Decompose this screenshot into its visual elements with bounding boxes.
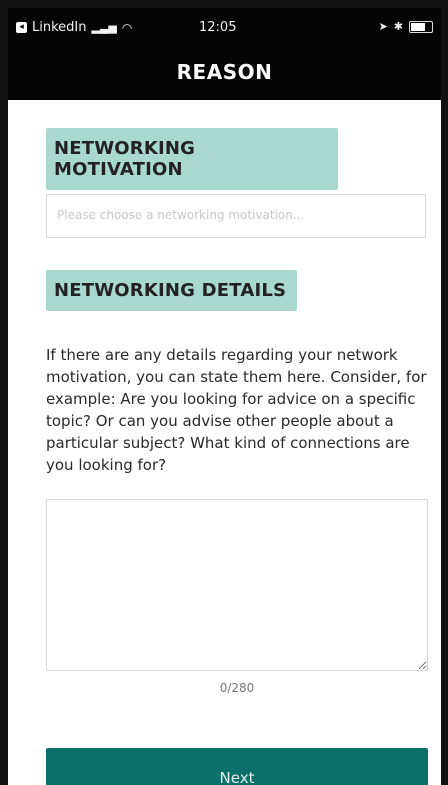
networking-details-description: If there are any details regarding your … (46, 346, 427, 474)
next-button[interactable]: Next (46, 748, 428, 785)
status-time: 12:05 (199, 20, 237, 35)
character-counter: 0/280 (219, 681, 255, 695)
networking-motivation-select[interactable]: Please choose a networking motivation... (46, 194, 426, 238)
signal-icon: ▂▃▅ (91, 21, 117, 34)
bluetooth-icon: ✱ (393, 20, 403, 33)
back-app-label[interactable]: LinkedIn (32, 20, 86, 35)
networking-details-heading: NETWORKING DETAILS (46, 270, 297, 311)
top-bar: ◂ LinkedIn ▂▃▅ ◠ 12:05 ➤ ✱ REASON (8, 8, 441, 100)
battery-icon (409, 20, 433, 33)
status-bar: ◂ LinkedIn ▂▃▅ ◠ 12:05 ➤ ✱ (16, 20, 433, 42)
networking-details-textarea[interactable] (46, 499, 428, 671)
status-left[interactable]: ◂ LinkedIn ▂▃▅ ◠ (16, 20, 132, 35)
select-placeholder: Please choose a networking motivation... (57, 208, 305, 222)
networking-motivation-heading: NETWORKING MOTIVATION (46, 128, 338, 190)
app-screen: ◂ LinkedIn ▂▃▅ ◠ 12:05 ➤ ✱ REASON NETWOR… (8, 8, 441, 785)
page-title: REASON (176, 60, 273, 84)
location-icon: ➤ (378, 20, 388, 33)
wifi-icon: ◠ (121, 20, 133, 35)
status-right: ➤ ✱ (379, 20, 433, 33)
back-app-icon: ◂ (16, 22, 27, 33)
